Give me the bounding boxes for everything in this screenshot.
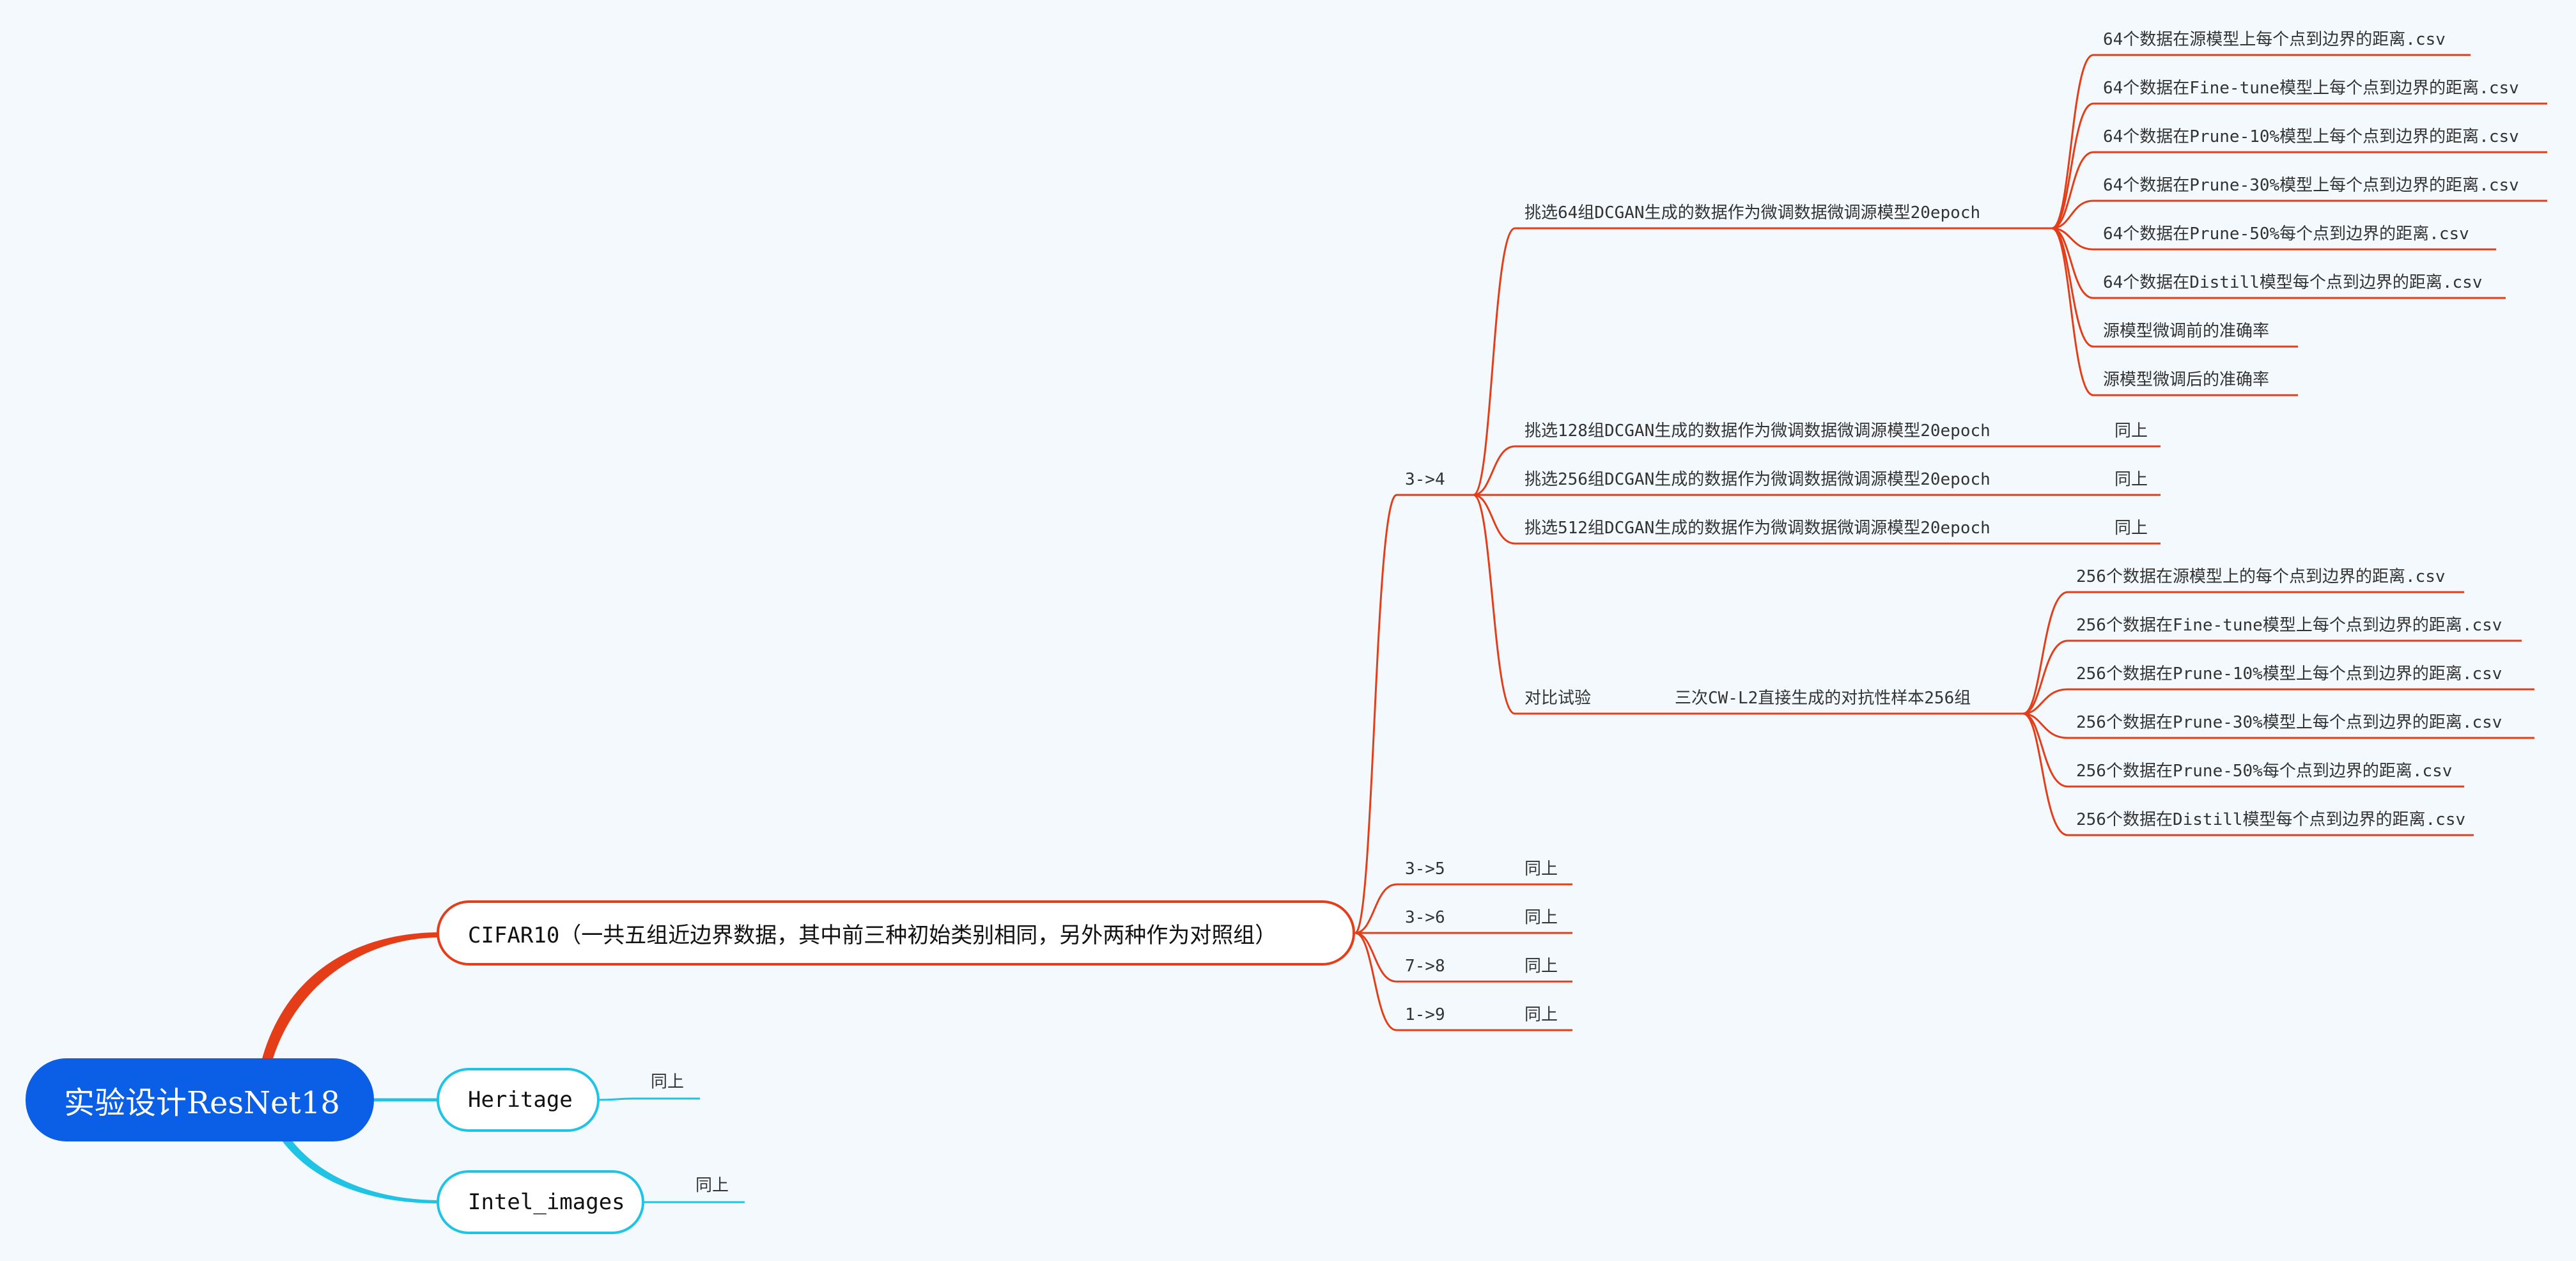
leaf-64-distance: 源模型微调前的准确率 (2103, 322, 2270, 341)
item-note: 同上 (2114, 470, 2148, 489)
leaf-256-distance: 256个数据在Distill模型每个点到边界的距离.csv (2076, 810, 2466, 829)
leaf-256-distance: 256个数据在Prune-50%每个点到边界的距离.csv (2076, 762, 2453, 781)
branch-cifar10[interactable]: CIFAR10（一共五组近边界数据，其中前三种初始类别相同，另外两种作为对照组） (437, 900, 1355, 966)
connector-child (2022, 712, 2068, 836)
leaf-64-distance: 源模型微调后的准确率 (2103, 370, 2270, 389)
leaf-64-distance: 64个数据在Prune-10%模型上每个点到边界的距离.csv (2103, 127, 2519, 146)
group-note: 同上 (1525, 957, 1558, 976)
leaf-64-distance: 64个数据在Prune-30%模型上每个点到边界的距离.csv (2103, 176, 2519, 195)
group-label: 7->8 (1405, 957, 1445, 976)
connector-root-cifar10 (259, 932, 440, 1074)
connector-child (2022, 591, 2068, 715)
branch-heritage[interactable]: Heritage (437, 1068, 600, 1132)
group-label: 1->9 (1405, 1005, 1445, 1024)
leaf-64-distance: 64个数据在Fine-tune模型上每个点到边界的距离.csv (2103, 79, 2519, 98)
leaf-64-distance: 64个数据在Prune-50%每个点到边界的距离.csv (2103, 224, 2469, 244)
leaf-256-distance: 256个数据在源模型上的每个点到边界的距离.csv (2076, 567, 2446, 586)
connector-heritage-note (599, 1097, 700, 1101)
group-label: 3->4 (1405, 470, 1445, 489)
item-note: 同上 (2114, 421, 2148, 441)
branch-intel-images[interactable]: Intel_images (437, 1170, 644, 1234)
connector-group (1354, 932, 1397, 983)
leaf-256-distance: 256个数据在Prune-10%模型上每个点到边界的距离.csv (2076, 664, 2502, 684)
group-label: 3->5 (1405, 859, 1445, 879)
item-label: 挑选128组DCGAN生成的数据作为微调数据微调源模型20epoch (1525, 421, 1990, 441)
connector-item (1473, 494, 1516, 715)
item-label: 对比试验 (1525, 689, 1592, 708)
connector-group (1354, 932, 1397, 1031)
compare-sub-label: 三次CW-L2直接生成的对抗性样本256组 (1675, 689, 1971, 708)
connector-group (1354, 883, 1397, 934)
root-node[interactable]: 实验设计ResNet18 (26, 1058, 374, 1141)
group-label: 3->6 (1405, 908, 1445, 927)
connector-child (2051, 102, 2094, 230)
leaf-256-distance: 256个数据在Prune-30%模型上每个点到边界的距离.csv (2076, 713, 2502, 732)
group-note: 同上 (1525, 1005, 1558, 1024)
leaf-64-distance: 64个数据在Distill模型每个点到边界的距离.csv (2103, 273, 2483, 292)
connector-item (1473, 445, 1516, 496)
item-label: 挑选64组DCGAN生成的数据作为微调数据微调源模型20epoch (1525, 203, 1981, 223)
leaf-64-distance: 64个数据在源模型上每个点到边界的距离.csv (2103, 30, 2446, 49)
leaf-256-distance: 256个数据在Fine-tune模型上每个点到边界的距离.csv (2076, 616, 2502, 635)
connector-item (1473, 227, 1516, 496)
connector-child (2051, 227, 2094, 396)
heritage-note: 同上 (651, 1072, 685, 1092)
connector-child (2051, 227, 2094, 348)
item-note: 同上 (2114, 519, 2148, 538)
connector-child (2022, 639, 2068, 715)
connector-group (1354, 494, 1397, 934)
group-note: 同上 (1525, 859, 1558, 879)
intel-note: 同上 (695, 1176, 729, 1195)
item-label: 挑选256组DCGAN生成的数据作为微调数据微调源模型20epoch (1525, 470, 1990, 489)
group-note: 同上 (1525, 908, 1558, 927)
connector-child (2022, 712, 2068, 788)
item-label: 挑选512组DCGAN生成的数据作为微调数据微调源模型20epoch (1525, 519, 1990, 538)
